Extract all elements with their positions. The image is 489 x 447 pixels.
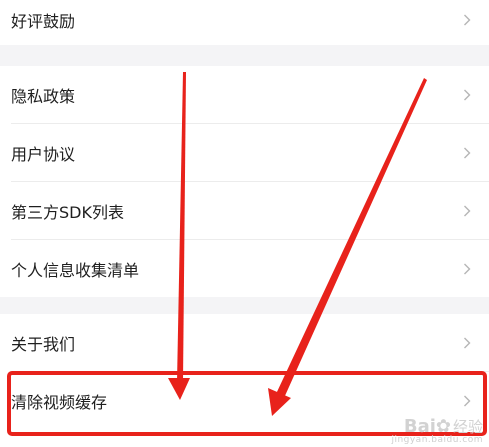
settings-group-about: 关于我们 清除视频缓存	[0, 314, 489, 447]
settings-screen: 好评鼓励 隐私政策 用户协议 第三方SDK列表 个人信息收集清单 关于我们 清除…	[0, 0, 489, 447]
row-label: 第三方SDK列表	[11, 203, 124, 222]
row-user-agreement[interactable]: 用户协议	[0, 124, 489, 182]
settings-group-legal: 隐私政策 用户协议 第三方SDK列表 个人信息收集清单	[0, 66, 489, 297]
row-privacy-policy[interactable]: 隐私政策	[0, 66, 489, 124]
row-third-party-sdk-list[interactable]: 第三方SDK列表	[0, 182, 489, 240]
chevron-right-icon	[464, 89, 471, 101]
row-label: 清除视频缓存	[11, 393, 108, 412]
chevron-right-icon	[464, 395, 471, 407]
chevron-right-icon	[464, 14, 471, 25]
row-label: 关于我们	[11, 335, 76, 354]
row-label: 用户协议	[11, 145, 76, 164]
row-label: 隐私政策	[11, 87, 76, 106]
row-personal-info-list[interactable]: 个人信息收集清单	[0, 240, 489, 297]
chevron-right-icon	[464, 263, 471, 274]
chevron-right-icon	[464, 147, 471, 159]
row-label: 个人信息收集清单	[11, 260, 140, 280]
row-about-us[interactable]: 关于我们	[0, 314, 489, 372]
chevron-right-icon	[464, 337, 471, 349]
chevron-right-icon	[464, 205, 471, 217]
row-label: 好评鼓励	[11, 11, 76, 31]
settings-group-feedback: 好评鼓励	[0, 0, 489, 45]
row-rate-app[interactable]: 好评鼓励	[0, 0, 489, 45]
row-clear-video-cache[interactable]: 清除视频缓存	[0, 372, 489, 430]
